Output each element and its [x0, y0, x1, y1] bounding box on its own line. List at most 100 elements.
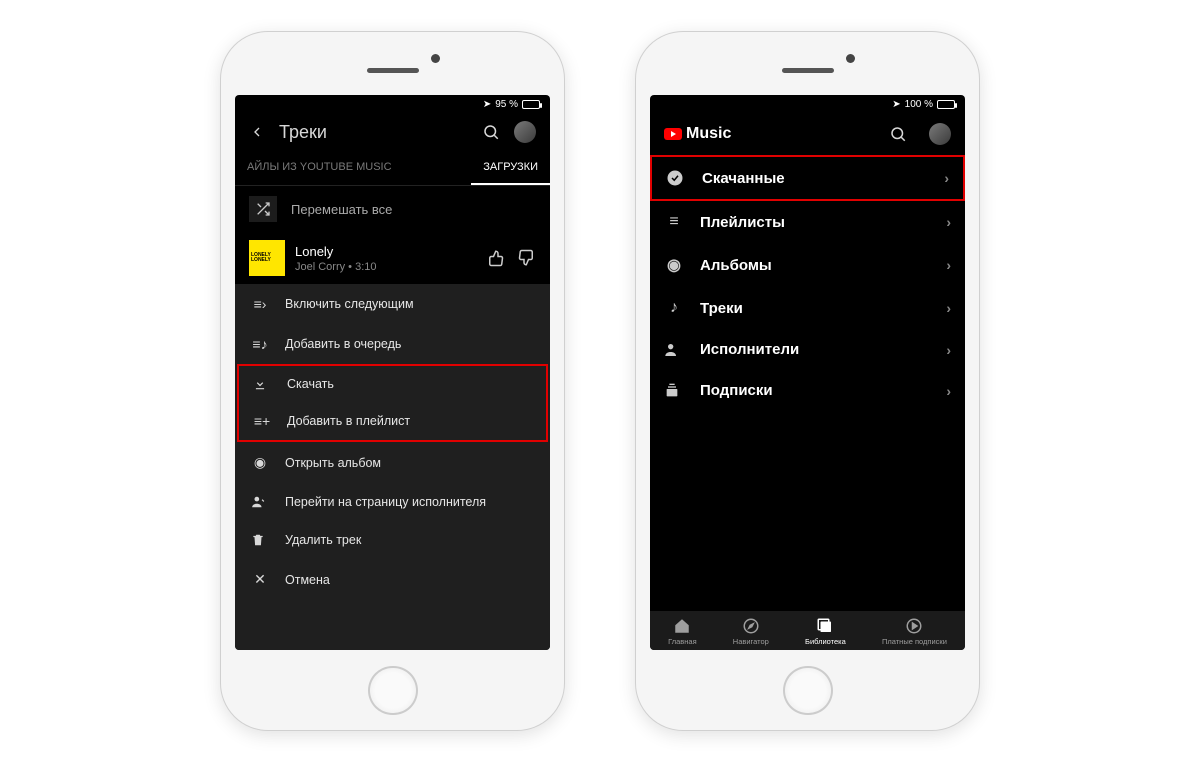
tab-youtube-music[interactable]: АЙЛЫ ИЗ YOUTUBE MUSIC [235, 151, 471, 185]
status-bar: ➤ 100 % [650, 95, 965, 113]
location-icon: ➤ [483, 99, 491, 110]
nav-label: Главная [668, 637, 697, 646]
chevron-right-icon: › [946, 214, 951, 230]
artist-icon [251, 495, 269, 509]
page-title: Треки [279, 122, 468, 143]
action-download[interactable]: Скачать [239, 366, 546, 402]
track-row[interactable]: LONELY LONELY Lonely Joel Corry • 3:10 [235, 232, 550, 284]
search-icon[interactable] [889, 125, 907, 143]
nav-label: Библиотека [805, 637, 846, 646]
nav-explore[interactable]: Навигатор [733, 617, 769, 646]
logo-text: Music [686, 125, 731, 143]
chevron-right-icon: › [946, 257, 951, 273]
home-button[interactable] [783, 666, 833, 716]
chevron-right-icon: › [946, 383, 951, 399]
nav-label: Платные подписки [882, 637, 947, 646]
action-sheet: ≡› Включить следующим ≡♪ Добавить в очер… [235, 284, 550, 649]
screen-library: ➤ 100 % Music Скачанные › [650, 95, 965, 649]
download-icon [253, 377, 271, 391]
artist-icon [664, 342, 684, 358]
avatar[interactable] [514, 121, 536, 143]
screen-tracks: ➤ 95 % Треки АЙЛЫ ИЗ YOUTUBE MUSIC ЗАГРУ… [235, 95, 550, 649]
location-icon: ➤ [892, 99, 900, 110]
action-go-artist[interactable]: Перейти на страницу исполнителя [235, 483, 550, 521]
album-icon: ◉ [664, 255, 684, 275]
library-list: Скачанные › ≡ Плейлисты › ◉ Альбомы › ♪ … [650, 155, 965, 411]
library-albums[interactable]: ◉ Альбомы › [650, 243, 965, 287]
downloaded-icon [666, 169, 686, 187]
shuffle-row[interactable]: Перемешать все [235, 186, 550, 232]
track-name: Lonely [295, 244, 476, 259]
action-play-next[interactable]: ≡› Включить следующим [235, 284, 550, 324]
tabs: АЙЛЫ ИЗ YOUTUBE MUSIC ЗАГРУЗКИ [235, 151, 550, 186]
library-label: Альбомы [700, 257, 930, 274]
shuffle-icon [249, 196, 277, 222]
youtube-play-icon [664, 128, 682, 140]
queue-icon: ≡♪ [251, 336, 269, 352]
action-add-playlist[interactable]: ≡+ Добавить в плейлист [239, 402, 546, 440]
library-label: Подписки [700, 382, 930, 399]
tab-downloads[interactable]: ЗАГРУЗКИ [471, 151, 550, 185]
action-cancel[interactable]: ✕ Отмена [235, 559, 550, 600]
phone-camera [431, 54, 440, 63]
battery-icon [522, 100, 540, 109]
subscriptions-icon [664, 383, 684, 399]
action-label: Добавить в очередь [285, 337, 401, 351]
highlighted-actions: Скачать ≡+ Добавить в плейлист [237, 364, 548, 442]
chevron-right-icon: › [944, 170, 949, 186]
nav-paid[interactable]: Платные подписки [882, 617, 947, 646]
phone-camera [846, 54, 855, 63]
action-open-album[interactable]: ◉ Открыть альбом [235, 442, 550, 483]
library-subscriptions[interactable]: Подписки › [650, 370, 965, 411]
trash-icon [251, 533, 269, 547]
library-label: Скачанные [702, 170, 928, 187]
thumb-up-icon[interactable] [518, 249, 536, 267]
library-playlists[interactable]: ≡ Плейлисты › [650, 201, 965, 243]
phone-speaker [367, 68, 419, 74]
album-icon: ◉ [251, 454, 269, 471]
back-icon[interactable] [249, 124, 265, 140]
thumb-down-icon[interactable] [486, 249, 504, 267]
nav-library[interactable]: Библиотека [805, 617, 846, 646]
header: Треки [235, 113, 550, 151]
playlist-icon: ≡ [664, 213, 684, 231]
play-circle-icon [905, 617, 923, 635]
track-artist-line: Joel Corry • 3:10 [295, 261, 476, 273]
library-tracks[interactable]: ♪ Треки › [650, 287, 965, 329]
nav-home[interactable]: Главная [668, 617, 697, 646]
home-button[interactable] [368, 666, 418, 716]
action-label: Скачать [287, 377, 334, 391]
library-downloaded[interactable]: Скачанные › [650, 155, 965, 201]
playlist-add-icon: ≡+ [253, 413, 271, 429]
battery-text: 95 % [495, 99, 518, 110]
action-label: Отмена [285, 573, 330, 587]
battery-icon [937, 100, 955, 109]
library-icon [816, 617, 834, 635]
avatar[interactable] [929, 123, 951, 145]
status-bar: ➤ 95 % [235, 95, 550, 113]
action-label: Открыть альбом [285, 456, 381, 470]
library-label: Плейлисты [700, 214, 930, 231]
phone-speaker [782, 68, 834, 74]
chevron-right-icon: › [946, 300, 951, 316]
youtube-music-logo[interactable]: Music [664, 125, 731, 143]
battery-text: 100 % [905, 99, 933, 110]
phone-left: ➤ 95 % Треки АЙЛЫ ИЗ YOUTUBE MUSIC ЗАГРУ… [220, 31, 565, 731]
album-art: LONELY LONELY [249, 240, 285, 276]
play-next-icon: ≡› [251, 296, 269, 312]
library-artists[interactable]: Исполнители › [650, 329, 965, 370]
home-icon [673, 617, 691, 635]
library-label: Треки [700, 300, 930, 317]
nav-label: Навигатор [733, 637, 769, 646]
close-icon: ✕ [251, 571, 269, 588]
compass-icon [742, 617, 760, 635]
action-add-queue[interactable]: ≡♪ Добавить в очередь [235, 324, 550, 364]
search-icon[interactable] [482, 123, 500, 141]
action-delete[interactable]: Удалить трек [235, 521, 550, 559]
action-label: Добавить в плейлист [287, 414, 410, 428]
chevron-right-icon: › [946, 342, 951, 358]
action-label: Перейти на страницу исполнителя [285, 495, 486, 509]
note-icon: ♪ [664, 299, 684, 317]
phone-right: ➤ 100 % Music Скачанные › [635, 31, 980, 731]
track-meta: Lonely Joel Corry • 3:10 [295, 244, 476, 273]
